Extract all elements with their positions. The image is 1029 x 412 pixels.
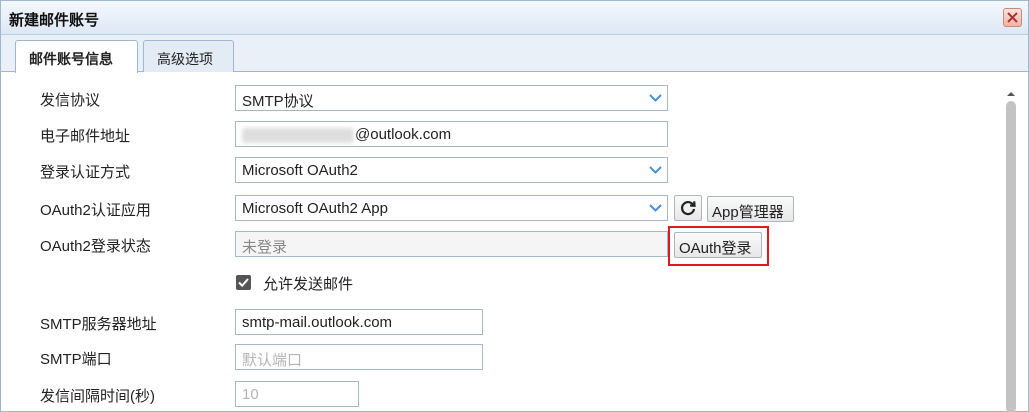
scroll-up-icon[interactable] (1004, 89, 1018, 99)
tab-strip: 邮件账号信息 高级选项 (1, 35, 1028, 73)
vertical-scrollbar[interactable] (1004, 89, 1018, 412)
protocol-label: 发信协议 (40, 92, 101, 109)
tab-account-info[interactable]: 邮件账号信息 (15, 40, 138, 73)
title-bar: 新建邮件账号 (1, 1, 1028, 35)
dialog-title: 新建邮件账号 (9, 12, 100, 29)
auth-method-value: Microsoft OAuth2 (242, 162, 358, 179)
scrollbar-thumb[interactable] (1006, 101, 1016, 412)
protocol-value: SMTP协议 (242, 93, 314, 110)
auth-method-dropdown-arrow[interactable] (645, 158, 667, 182)
send-interval-field[interactable]: 10 (235, 381, 359, 407)
send-interval-label: 发信间隔时间(秒) (40, 388, 155, 405)
app-manager-button[interactable]: App管理器 (707, 196, 794, 222)
email-label: 电子邮件地址 (40, 128, 131, 145)
protocol-select[interactable]: SMTP协议 (235, 85, 668, 111)
oauth-status-label: OAuth2登录状态 (40, 238, 151, 255)
oauth-app-label: OAuth2认证应用 (40, 202, 151, 219)
chevron-down-icon (649, 166, 662, 174)
oauth-app-value: Microsoft OAuth2 App (242, 200, 388, 217)
smtp-server-label: SMTP服务器地址 (40, 316, 157, 333)
auth-method-label: 登录认证方式 (40, 164, 131, 181)
smtp-server-field[interactable]: smtp-mail.outlook.com (235, 309, 483, 335)
oauth-app-select[interactable]: Microsoft OAuth2 App (235, 195, 668, 221)
oauth-status-field: 未登录 (235, 231, 668, 257)
refresh-icon (680, 201, 696, 216)
smtp-port-field[interactable]: 默认端口 (235, 344, 483, 370)
allow-send-label: 允许发送邮件 (263, 276, 354, 293)
oauth-app-dropdown-arrow[interactable] (645, 196, 667, 220)
email-field[interactable]: @outlook.com (235, 121, 668, 147)
check-icon (238, 278, 249, 288)
auth-method-select[interactable]: Microsoft OAuth2 (235, 157, 668, 183)
email-username-redacted (242, 127, 354, 143)
email-domain: @outlook.com (355, 126, 452, 143)
refresh-apps-button[interactable] (674, 195, 702, 221)
dialog-window: 新建邮件账号 邮件账号信息 高级选项 发信协议 SMTP协议 电子邮件地址 @o… (0, 0, 1029, 412)
close-button[interactable] (1003, 8, 1022, 27)
close-icon (1007, 12, 1018, 23)
oauth-login-button[interactable]: OAuth登录 (674, 232, 762, 258)
smtp-port-label: SMTP端口 (40, 351, 112, 368)
allow-send-checkbox[interactable] (236, 275, 251, 290)
tab-advanced-options[interactable]: 高级选项 (143, 40, 234, 72)
protocol-dropdown-arrow[interactable] (645, 86, 667, 110)
chevron-down-icon (649, 204, 662, 212)
chevron-down-icon (649, 94, 662, 102)
